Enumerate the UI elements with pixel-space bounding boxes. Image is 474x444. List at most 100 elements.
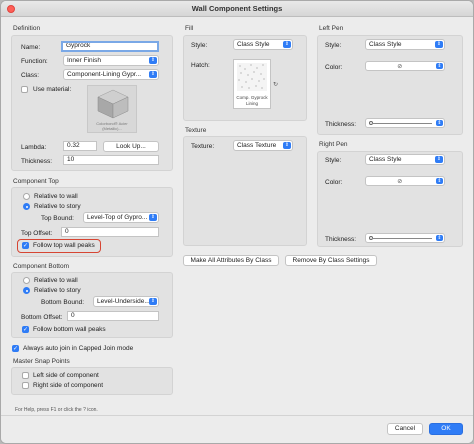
hatch-caption: Comp. Gyprock Lining [236, 95, 268, 106]
bottom-bound-value: Level-Underside... [97, 298, 150, 305]
texture-select[interactable]: Class Texture ⇕ [233, 140, 293, 151]
left-pen-color-label: Color: [325, 64, 343, 71]
right-side-label: Right side of component [33, 382, 104, 389]
top-bound-value: Level-Top of Gypro... [87, 214, 148, 221]
chevron-updown-icon: ⇕ [149, 214, 157, 221]
left-pen-section-title: Left Pen [319, 25, 344, 32]
top-relative-story-label: Relative to story [34, 203, 81, 210]
material-preview[interactable]: Colorbond® Acier (Metallic)... [87, 85, 137, 133]
hatch-preview[interactable]: Comp. Gyprock Lining [233, 59, 271, 109]
top-offset-input[interactable]: 0 [61, 227, 159, 237]
chevron-updown-icon: ⇕ [283, 142, 291, 149]
chevron-updown-icon: ⇕ [436, 178, 443, 184]
top-relative-wall-radio[interactable] [23, 193, 30, 200]
use-material-label: Use material: [33, 86, 72, 93]
left-side-checkbox[interactable] [22, 372, 29, 379]
chevron-updown-icon: ⇕ [149, 71, 157, 78]
texture-value: Class Texture [237, 142, 277, 149]
dialog-window: Wall Component Settings Definition Name:… [0, 0, 474, 444]
chevron-updown-icon: ⇕ [149, 298, 157, 305]
right-pen-thickness-select[interactable]: ⇕ [365, 233, 445, 243]
fill-style-value: Class Style [237, 41, 270, 48]
right-pen-thickness-label: Thickness: [325, 236, 357, 243]
texture-section-title: Texture [185, 127, 207, 134]
lookup-button[interactable]: Look Up... [103, 141, 159, 152]
name-input[interactable]: Gyprock [61, 41, 159, 52]
chevron-updown-icon: ⇕ [149, 57, 157, 64]
fill-style-select[interactable]: Class Style ⇕ [233, 39, 293, 50]
fill-section-title: Fill [185, 25, 194, 32]
class-select[interactable]: Component-Lining Gypr... ⇕ [63, 69, 159, 80]
bottom-relative-wall-radio[interactable] [23, 277, 30, 284]
left-side-label: Left side of component [33, 372, 99, 379]
slider-track [372, 123, 432, 124]
paint-bucket-icon: ⊘ [397, 64, 403, 70]
remove-by-class-button[interactable]: Remove By Class Settings [285, 255, 377, 266]
right-pen-style-value: Class Style [369, 156, 402, 163]
auto-join-checkbox[interactable]: ✓ [12, 345, 19, 352]
thickness-input[interactable]: 10 [63, 155, 159, 165]
top-bound-label: Top Bound: [41, 215, 74, 222]
top-bound-select[interactable]: Level-Top of Gypro... ⇕ [83, 212, 159, 223]
class-value: Component-Lining Gypr... [67, 71, 142, 78]
name-label: Name: [21, 44, 41, 51]
follow-top-peaks-label: Follow top wall peaks [33, 242, 95, 249]
class-label: Class: [21, 72, 40, 79]
fill-style-label: Style: [191, 42, 208, 49]
paint-bucket-icon: ⊘ [397, 179, 403, 185]
cancel-button[interactable]: Cancel [387, 423, 423, 435]
top-relative-wall-label: Relative to wall [34, 193, 78, 200]
left-pen-color-select[interactable]: ⊘ ⇕ [365, 61, 445, 71]
texture-group [183, 136, 307, 246]
bottom-offset-label: Bottom Offset: [21, 314, 63, 321]
left-pen-style-value: Class Style [369, 41, 402, 48]
function-label: Function: [21, 58, 48, 65]
bottom-relative-wall-label: Relative to wall [34, 277, 78, 284]
material-cube-icon [97, 89, 129, 119]
right-pen-color-select[interactable]: ⊘ ⇕ [365, 176, 445, 186]
chevron-updown-icon: ⇕ [436, 63, 443, 69]
left-pen-thickness-select[interactable]: ⇕ [365, 118, 445, 128]
left-pen-style-select[interactable]: Class Style ⇕ [365, 39, 445, 50]
chevron-updown-icon: ⇕ [283, 41, 291, 48]
use-material-checkbox[interactable] [21, 86, 28, 93]
bottom-relative-story-label: Relative to story [34, 287, 81, 294]
hatch-pattern-icon [237, 63, 267, 91]
window-title: Wall Component Settings [191, 4, 283, 13]
bottom-bound-select[interactable]: Level-Underside... ⇕ [93, 296, 159, 307]
chevron-updown-icon: ⇕ [435, 41, 443, 48]
follow-bottom-peaks-label: Follow bottom wall peaks [33, 326, 106, 333]
ok-button[interactable]: OK [429, 423, 463, 435]
function-select[interactable]: Inner Finish ⇕ [63, 55, 159, 66]
lambda-label: Lambda: [21, 144, 47, 151]
right-pen-style-select[interactable]: Class Style ⇕ [365, 154, 445, 165]
chevron-updown-icon: ⇕ [435, 156, 443, 163]
top-offset-label: Top Offset: [21, 230, 53, 237]
function-value: Inner Finish [67, 57, 101, 64]
title-bar[interactable]: Wall Component Settings [1, 1, 473, 17]
top-relative-story-radio[interactable] [23, 203, 30, 210]
right-pen-style-label: Style: [325, 157, 342, 164]
left-pen-thickness-label: Thickness: [325, 121, 357, 128]
component-bottom-section-title: Component Bottom [13, 263, 70, 270]
refresh-icon[interactable]: ↻ [273, 81, 278, 88]
auto-join-label: Always auto join in Capped Join mode [23, 345, 134, 352]
master-snap-section-title: Master Snap Points [13, 358, 70, 365]
left-pen-style-label: Style: [325, 42, 342, 49]
lambda-input[interactable]: 0.32 [63, 141, 97, 151]
slider-track [372, 238, 432, 239]
chevron-updown-icon: ⇕ [436, 235, 443, 241]
help-text: For Help, press F1 or click the ? icon. [15, 407, 98, 413]
follow-top-peaks-checkbox[interactable]: ✓ [22, 242, 29, 249]
material-caption: Colorbond® Acier (Metallic)... [96, 121, 128, 131]
make-all-by-class-button[interactable]: Make All Attributes By Class [183, 255, 279, 266]
hatch-label: Hatch: [191, 62, 210, 69]
definition-section-title: Definition [13, 25, 41, 32]
right-pen-section-title: Right Pen [319, 141, 348, 148]
bottom-offset-input[interactable]: 0 [67, 311, 159, 321]
thickness-label: Thickness: [21, 158, 53, 165]
follow-bottom-peaks-checkbox[interactable]: ✓ [22, 326, 29, 333]
right-side-checkbox[interactable] [22, 382, 29, 389]
right-pen-color-label: Color: [325, 179, 343, 186]
bottom-relative-story-radio[interactable] [23, 287, 30, 294]
